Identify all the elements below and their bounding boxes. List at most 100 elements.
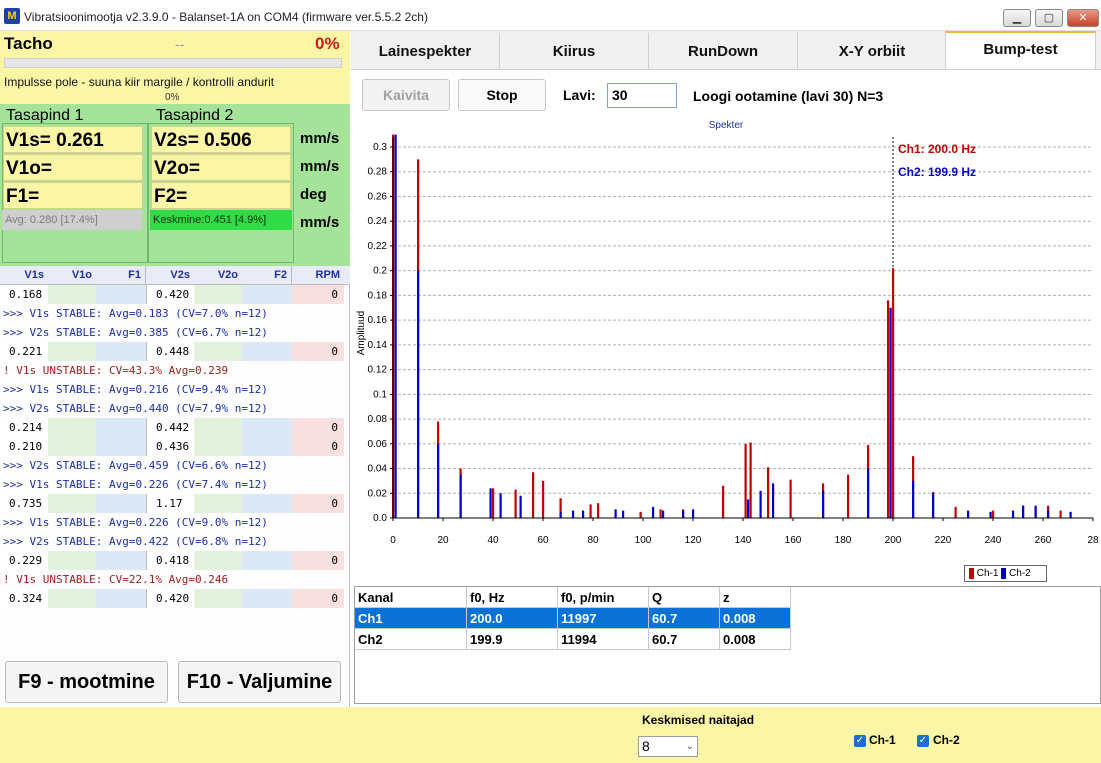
- log-cell-rpm: 0: [292, 494, 344, 513]
- log-cell-v1s: 0.168: [0, 285, 48, 304]
- log-data-row: 0.735 1.17 0: [0, 494, 348, 513]
- spectrum-chart[interactable]: Spekter Amplituud 0.0 0.02 0.04 0.06 0.08 0.1…: [352, 115, 1101, 555]
- measure-button[interactable]: F9 - mootmine: [5, 661, 168, 703]
- table-cell: 11994: [558, 629, 649, 650]
- tab-lainespekter[interactable]: Lainespekter: [351, 33, 500, 70]
- log-message-row: ! V1s UNSTABLE: CV=43.3% Avg=0.239: [0, 361, 348, 380]
- ch2-bar: [1047, 510, 1050, 518]
- ch2-bar: [759, 490, 762, 518]
- impulse-message: Impulsse pole - suuna kiir margile / kon…: [4, 75, 275, 89]
- y-tick-label: 0.18: [368, 290, 388, 301]
- log-cell-f1: [96, 418, 146, 437]
- exit-button[interactable]: F10 - Valjumine: [178, 661, 341, 703]
- log-cell-v1o: [48, 418, 96, 437]
- y-tick-label: 0.04: [368, 464, 388, 475]
- log-message-text: ! V1s UNSTABLE: CV=43.3% Avg=0.239: [3, 364, 229, 377]
- log-cell-f2: [242, 437, 292, 456]
- log-cell-v1o: [48, 342, 96, 361]
- chart-bars: [392, 134, 1072, 518]
- chart-axes: 0.0 0.02 0.04 0.06 0.08 0.1 0.12 0.14 0.16 0.18 0.…: [368, 137, 1099, 546]
- ch2-bar: [989, 511, 992, 518]
- table-row[interactable]: Ch2 199.9 11994 60.7 0.008: [355, 629, 791, 650]
- log-header-f2: F2: [242, 266, 292, 285]
- log-cell-f1: [96, 437, 146, 456]
- unit-label: mm/s: [300, 130, 340, 147]
- log-cell-v2s: 0.420: [146, 589, 194, 608]
- y-tick-label: 0.28: [368, 167, 388, 178]
- ch2-checkbox[interactable]: ✓: [917, 735, 929, 747]
- ch1-bar: [514, 489, 517, 518]
- v2o-value: V2o=: [151, 154, 291, 181]
- threshold-input[interactable]: 30: [607, 83, 677, 108]
- y-tick-label: 0.02: [368, 488, 388, 499]
- log-message-text: ! V1s UNSTABLE: CV=22.1% Avg=0.246: [3, 573, 229, 586]
- log-message-row: >>> V1s STABLE: Avg=0.226 (CV=9.0% n=12): [0, 513, 348, 532]
- x-tick-label: 0: [390, 535, 396, 546]
- y-tick-label: 0.22: [368, 241, 388, 252]
- ch2-legend-swatch: [1001, 567, 1007, 579]
- x-tick-label: 240: [985, 535, 1002, 546]
- unit-label: deg: [300, 186, 327, 203]
- ch2-bar: [867, 468, 870, 518]
- ch1-bar: [1059, 510, 1062, 518]
- log-cell-v2o: [194, 342, 242, 361]
- plane1-average: Avg: 0.280 [17.4%]: [2, 210, 142, 230]
- tab-kiirus[interactable]: Kiirus: [500, 33, 649, 70]
- tab-bar: Lainespekter Kiirus RunDown X-Y orbiit B…: [351, 31, 1101, 70]
- tacho-value: --: [175, 36, 185, 52]
- ch1-checkbox[interactable]: ✓: [854, 735, 866, 747]
- left-panel: Tacho -- 0% Impulsse pole - suuna kiir m…: [0, 31, 350, 707]
- tab-xy-orbit[interactable]: X-Y orbiit: [798, 33, 947, 70]
- log-header-v1s: V1s: [24, 269, 44, 281]
- table-header-z: z: [720, 587, 791, 608]
- log-cell-v2s: 0.420: [146, 285, 194, 304]
- table-cell: Ch1: [355, 608, 467, 629]
- ch2-bar: [682, 510, 685, 518]
- x-tick-label: 60: [537, 535, 549, 546]
- log-cell-f2: [242, 342, 292, 361]
- ch2-bar: [559, 511, 562, 518]
- tacho-progress-bar: [4, 58, 342, 68]
- log-cell-v2o: [194, 285, 242, 304]
- ch1-bar: [722, 485, 725, 518]
- tab-bump-test[interactable]: Bump-test: [945, 31, 1096, 69]
- log-cell-v1o: [48, 551, 96, 570]
- log-cell-v1s: 0.735: [0, 494, 48, 513]
- table-row[interactable]: Ch1 200.0 11997 60.7 0.008: [355, 608, 791, 629]
- log-cell-rpm: 0: [292, 285, 344, 304]
- averaging-select[interactable]: 8 ⌄: [638, 736, 698, 757]
- minimize-button[interactable]: ▁: [1003, 9, 1031, 27]
- stop-button[interactable]: Stop: [458, 79, 546, 111]
- log-message-text: >>> V2s STABLE: Avg=0.385 (CV=6.7% n=12): [3, 326, 268, 339]
- maximize-button[interactable]: ▢: [1035, 9, 1063, 27]
- start-button[interactable]: Kaivita: [362, 79, 450, 111]
- tab-rundown[interactable]: RunDown: [649, 33, 798, 70]
- close-button[interactable]: ✕: [1067, 9, 1099, 27]
- ch1-bar: [744, 443, 747, 518]
- measurement-log[interactable]: 0.168 0.420 0 >>> V1s STABLE: Avg=0.183 (CV…: [0, 285, 348, 657]
- y-tick-label: 0.3: [373, 142, 387, 153]
- table-cell: 11997: [558, 608, 649, 629]
- results-table: Kanal f0, Hz f0, p/min Q z Ch1 200.0 119…: [354, 586, 1101, 704]
- log-cell-v1o: [48, 285, 96, 304]
- ch2-bar: [572, 510, 575, 518]
- x-tick-label: 140: [735, 535, 752, 546]
- log-cell-rpm: 0: [292, 418, 344, 437]
- x-tick-label: 20: [437, 535, 449, 546]
- ch1-bar: [892, 268, 895, 518]
- minimize-icon: ▁: [1012, 12, 1022, 24]
- app-logo-icon: M: [4, 8, 20, 24]
- ch1-bar: [639, 511, 642, 518]
- x-tick-label: 120: [685, 535, 702, 546]
- ch2-bar: [822, 490, 825, 518]
- log-message-text: >>> V2s STABLE: Avg=0.422 (CV=6.8% n=12): [3, 535, 268, 548]
- table-cell: 60.7: [649, 629, 720, 650]
- log-cell-f2: [242, 285, 292, 304]
- log-message-text: >>> V1s STABLE: Avg=0.216 (CV=9.4% n=12): [3, 383, 268, 396]
- ch2-bar: [622, 510, 625, 518]
- log-cell-v2s: 0.442: [146, 418, 194, 437]
- ch2-legend-label: Ch-2: [1009, 568, 1031, 579]
- x-tick-label: 28: [1087, 535, 1099, 546]
- ch2-bar: [394, 134, 397, 518]
- y-tick-label: 0.26: [368, 191, 388, 202]
